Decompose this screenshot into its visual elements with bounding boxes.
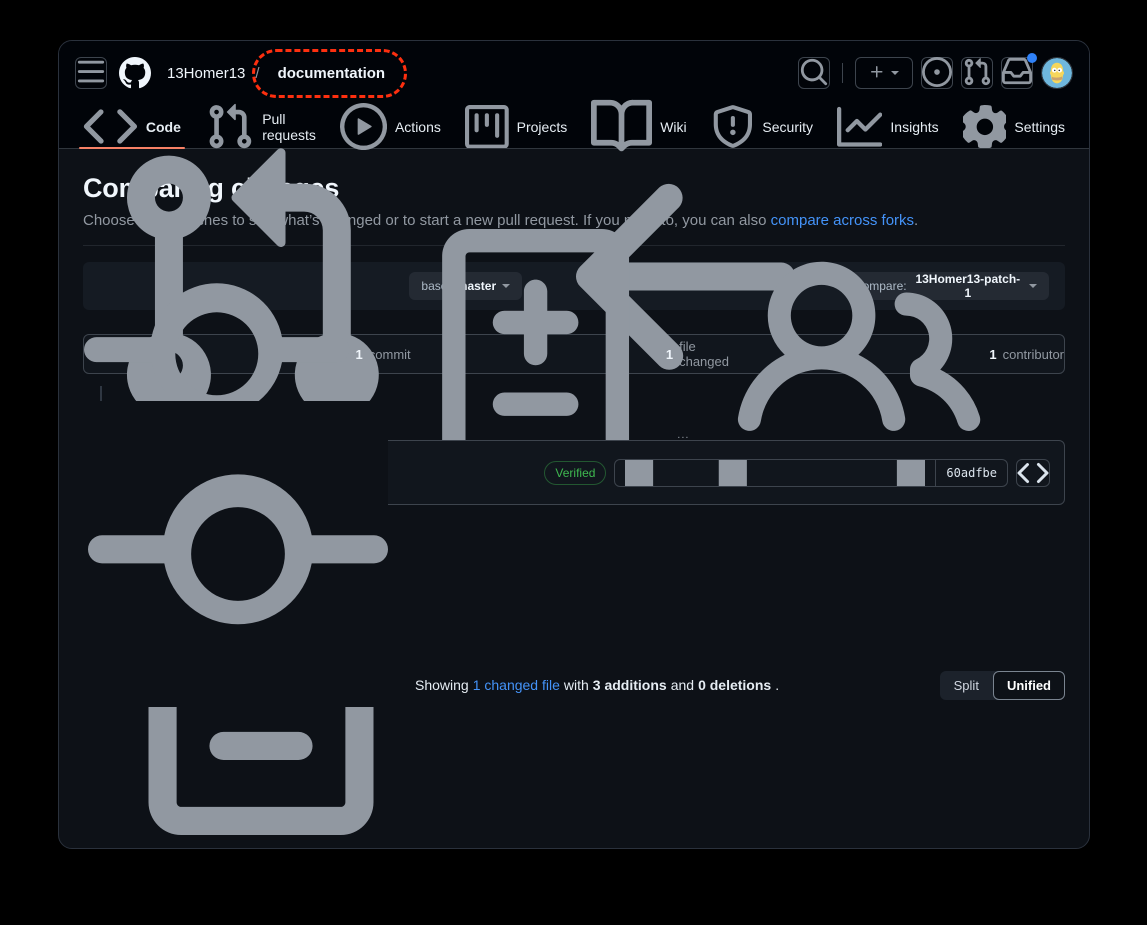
graph-icon (837, 104, 882, 149)
plus-icon (869, 64, 885, 83)
header-actions (798, 57, 1073, 90)
main-content: Comparing changes Choose two branches to… (59, 149, 1089, 849)
copy-icon (625, 459, 925, 487)
commit-sha-group: 60adfbe (614, 459, 1008, 487)
summary-and: and (671, 677, 694, 693)
stat-count: 1 (989, 347, 996, 362)
global-header: 13Homer13 / documentation (59, 41, 1089, 105)
search-button[interactable] (798, 57, 830, 89)
tab-insights[interactable]: Insights (825, 105, 951, 148)
breadcrumb-separator: / (255, 65, 259, 82)
stat-file-changed[interactable]: 1 file changed (411, 335, 738, 373)
stat-contributor[interactable]: 1 contributor (737, 335, 1064, 373)
breadcrumb: 13Homer13 / documentation (167, 63, 389, 84)
caret-down-icon (891, 71, 899, 75)
summary-deletions: 0 deletions (698, 677, 771, 693)
commits-heading: Commits on Aug 8, 2023 (83, 400, 1065, 424)
project-icon (465, 105, 509, 149)
tab-settings[interactable]: Settings (951, 105, 1077, 148)
header-divider (842, 63, 843, 83)
tab-label: Actions (395, 119, 441, 135)
tab-label: Insights (890, 119, 938, 135)
summary-showing: Showing (415, 677, 469, 693)
diff-view-toggle: Split Unified (940, 671, 1065, 700)
gear-icon (963, 105, 1007, 149)
breadcrumb-owner-link[interactable]: 13Homer13 (167, 65, 245, 82)
create-new-button[interactable] (855, 57, 913, 89)
code-icon (1017, 457, 1049, 489)
caret-down-icon (1029, 284, 1037, 288)
breadcrumb-repo-link[interactable]: documentation (278, 65, 386, 82)
issue-opened-icon (922, 57, 952, 90)
hamburger-icon (76, 57, 106, 90)
stat-label: file changed (679, 339, 737, 369)
changed-file-link[interactable]: 1 changed file (473, 677, 560, 693)
copy-sha-button[interactable] (615, 460, 935, 486)
stat-commit[interactable]: 1 commit (84, 335, 411, 373)
split-view-button[interactable]: Split (940, 671, 993, 700)
tab-label: Settings (1014, 119, 1065, 135)
commit-actions: Verified 60adfbe (544, 459, 1050, 487)
commits-section: Commits on Aug 8, 2023 Update documentat… (83, 400, 1065, 505)
verified-badge[interactable]: Verified (544, 461, 606, 485)
stat-label: contributor (1003, 347, 1064, 362)
tab-label: Code (146, 119, 181, 135)
stat-label: commit (369, 347, 411, 362)
unread-notification-dot (1027, 53, 1037, 63)
comparison-stats-bar: 1 commit 1 file changed 1 contributor (83, 334, 1065, 374)
stat-count: 1 (666, 347, 673, 362)
git-pull-request-icon (962, 57, 992, 90)
unified-view-button[interactable]: Unified (993, 671, 1065, 700)
user-avatar[interactable] (1041, 57, 1073, 89)
browse-code-button[interactable] (1016, 459, 1050, 487)
commit-sha-link[interactable]: 60adfbe (935, 460, 1007, 486)
desktop-background: 13Homer13 / documentation (0, 0, 1147, 925)
summary-period: . (775, 677, 779, 693)
pull-requests-button[interactable] (961, 57, 993, 89)
search-icon (799, 57, 829, 90)
summary-additions: 3 additions (593, 677, 667, 693)
github-logo[interactable] (119, 57, 151, 89)
browser-window: 13Homer13 / documentation (58, 40, 1090, 849)
stat-count: 1 (356, 347, 363, 362)
hamburger-menu-button[interactable] (75, 57, 107, 89)
issues-button[interactable] (921, 57, 953, 89)
git-commit-icon (88, 401, 388, 707)
subtitle-period: . (914, 212, 918, 229)
summary-with: with (564, 677, 589, 693)
